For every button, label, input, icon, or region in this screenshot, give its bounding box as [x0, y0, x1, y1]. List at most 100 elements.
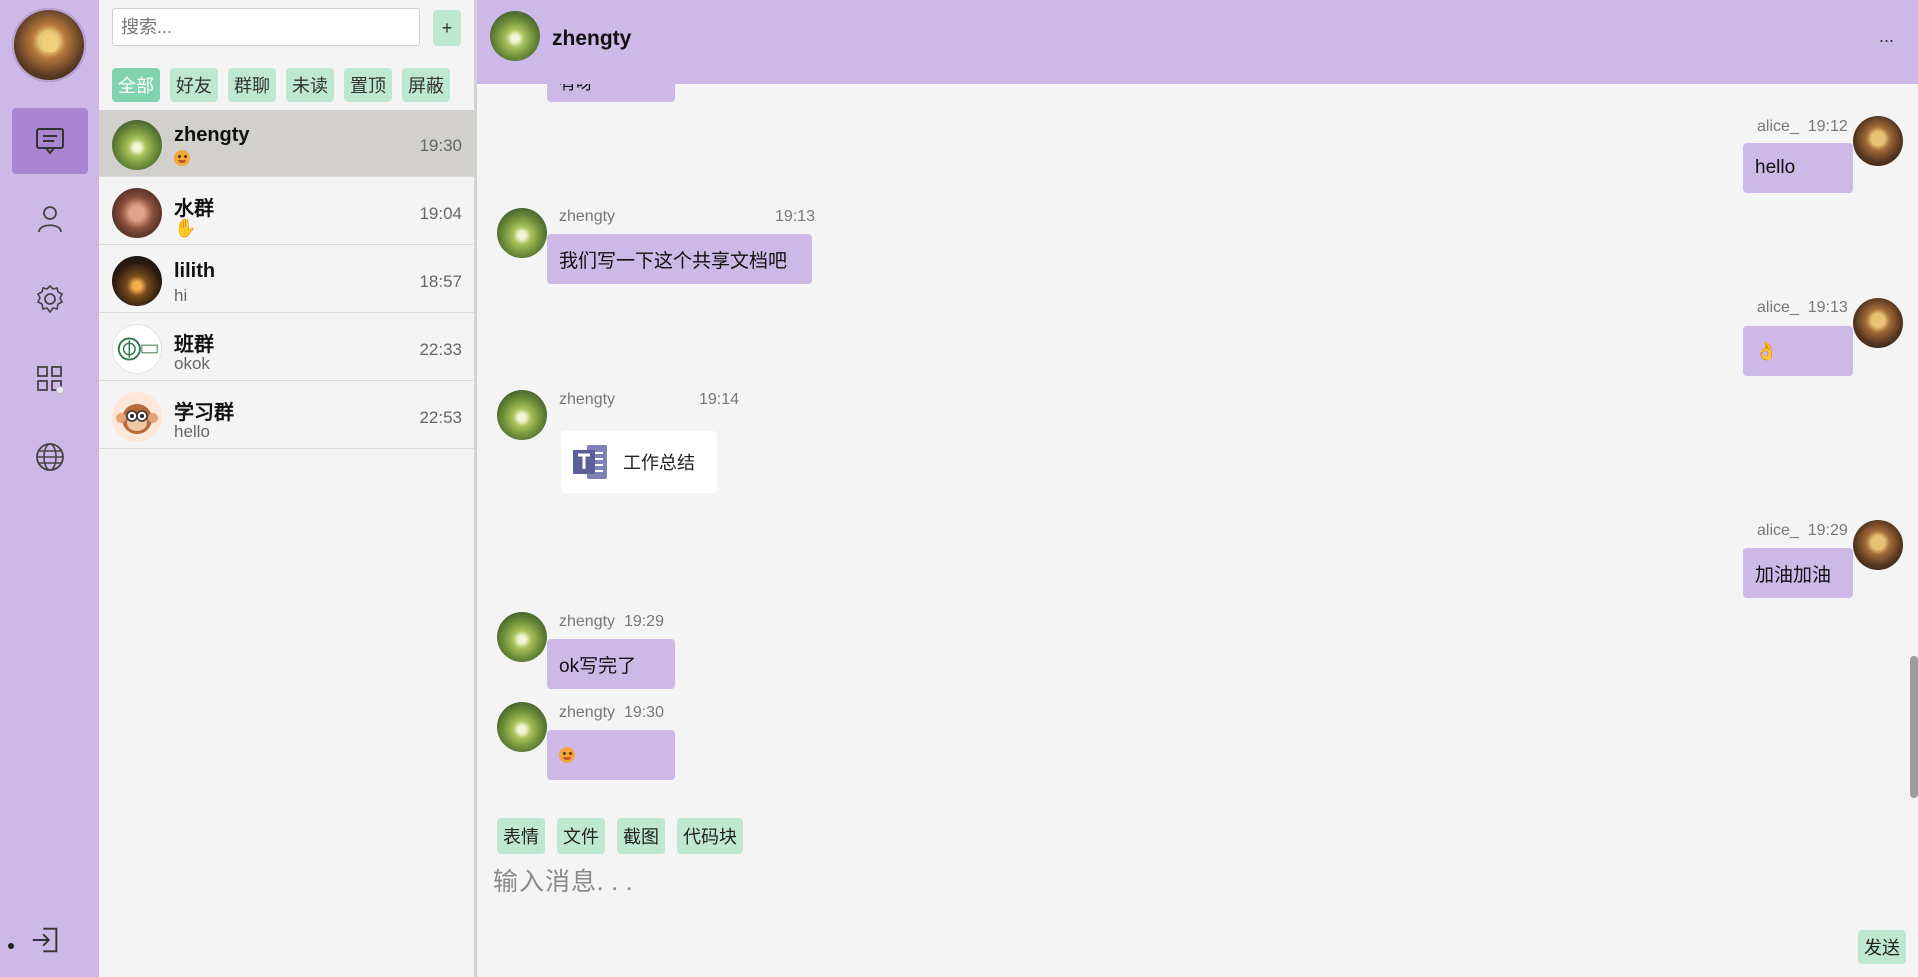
conversation-item[interactable]: 学习群 hello 22:53: [99, 382, 474, 449]
conversation-name: 学习群: [174, 402, 234, 424]
wave-emoji-icon: ✋: [174, 218, 197, 238]
conversation-time: 19:30: [419, 136, 462, 155]
message-meta: zhengty 19:14: [559, 391, 739, 409]
left-nav: [0, 0, 99, 977]
message-icon: [36, 128, 64, 155]
avatar: [112, 120, 162, 170]
message-meta: alice_ 19:12: [1757, 118, 1848, 136]
avatar: [497, 390, 547, 440]
status-dot: [8, 943, 14, 949]
my-avatar[interactable]: [12, 8, 86, 82]
scrollbar-thumb[interactable]: [1910, 656, 1918, 798]
nav-settings-button[interactable]: [12, 266, 88, 332]
message-time: 19:29: [1807, 522, 1848, 539]
filter-blocked[interactable]: 屏蔽: [402, 68, 450, 102]
emoji-face-icon: [559, 747, 575, 763]
file-name: 工作总结: [623, 453, 695, 473]
message-time: 19:14: [698, 391, 739, 408]
sender-name: alice_: [1757, 118, 1799, 135]
conversation-preview: hi: [174, 286, 188, 305]
emoji-face-icon: [174, 150, 190, 166]
more-options-button[interactable]: ...: [1879, 26, 1894, 47]
message-meta: zhengty 19:30: [559, 704, 664, 722]
ok-hand-emoji-icon: 👌: [1755, 340, 1778, 361]
message-meta: alice_ 19:29: [1757, 522, 1848, 540]
nav-browser-button[interactable]: [12, 424, 88, 490]
chat-header: zhengty ...: [477, 0, 1918, 84]
sender-name: zhengty: [559, 704, 616, 721]
sender-name: zhengty: [559, 613, 616, 630]
conversation-item[interactable]: lilith hi 18:57: [99, 246, 474, 313]
message-time: 19:13: [774, 208, 815, 225]
file-attachment[interactable]: 工作总结: [561, 431, 717, 493]
conversation-name: lilith: [174, 260, 216, 282]
user-icon: [38, 206, 62, 233]
message-time: 19:29: [623, 613, 664, 630]
sender-name: zhengty: [559, 208, 616, 225]
chat-avatar[interactable]: [490, 11, 540, 61]
message-time: 19:12: [1807, 118, 1848, 135]
message-time: 19:30: [623, 704, 664, 721]
filter-groups[interactable]: 群聊: [228, 68, 276, 102]
add-button[interactable]: +: [433, 10, 461, 46]
nav-apps-button[interactable]: [12, 346, 88, 412]
conversation-time: 19:04: [419, 204, 462, 223]
conversation-preview: [174, 150, 190, 171]
gear-icon: [36, 284, 64, 314]
conversation-preview: okok: [174, 354, 210, 373]
sender-name: alice_: [1757, 522, 1799, 539]
conversation-name: 水群: [174, 198, 214, 220]
nav-contacts-button[interactable]: [12, 186, 88, 252]
conversation-time: 22:33: [419, 340, 462, 359]
message-bubble: 加油加油: [1743, 548, 1853, 598]
emoji-button[interactable]: 表情: [497, 818, 545, 854]
conversation-item[interactable]: 水群 ✋ 19:04: [99, 178, 474, 245]
message-bubble: ok写完了: [547, 639, 675, 689]
filter-chips: 全部 好友 群聊 未读 置顶 屏蔽: [112, 68, 450, 102]
conversation-time: 22:53: [419, 408, 462, 427]
grid-icon: [37, 366, 64, 394]
message-bubble: 👌: [1743, 326, 1853, 376]
conversation-item[interactable]: 班群 okok 22:33: [99, 314, 474, 381]
filter-unread[interactable]: 未读: [286, 68, 334, 102]
logout-button[interactable]: [28, 922, 64, 958]
document-icon: [573, 445, 607, 479]
file-button[interactable]: 文件: [557, 818, 605, 854]
avatar: [112, 324, 162, 374]
avatar: [1853, 298, 1903, 348]
conversation-time: 18:57: [419, 272, 462, 291]
conversation-item[interactable]: zhengty 19:30: [99, 110, 474, 177]
message-meta: zhengty 19:13: [559, 208, 815, 226]
avatar: [112, 392, 162, 442]
search-input[interactable]: [112, 8, 420, 46]
chat-panel: 有呀 alice_ 19:12 hello zhengty19:13 我们写一下…: [477, 0, 1918, 977]
filter-all[interactable]: 全部: [112, 68, 160, 102]
globe-icon: [36, 443, 64, 471]
message-bubble: [547, 730, 675, 780]
nav-messages-button[interactable]: [12, 108, 88, 174]
message-time: 19:13: [1807, 299, 1848, 316]
sender-name: zhengty: [559, 391, 616, 408]
conversation-preview: ✋: [174, 218, 196, 239]
message-bubble: hello: [1743, 143, 1853, 193]
monkey-icon: [116, 404, 158, 434]
send-button[interactable]: 发送: [1858, 930, 1906, 964]
message-input[interactable]: [491, 860, 1875, 964]
conversation-preview: hello: [174, 422, 210, 441]
conversation-name: zhengty: [174, 124, 250, 146]
avatar: [112, 256, 162, 306]
school-logo-icon: [117, 337, 158, 361]
screenshot-button[interactable]: 截图: [617, 818, 665, 854]
message-meta: zhengty 19:29: [559, 613, 664, 631]
logout-icon: [32, 927, 58, 953]
filter-friends[interactable]: 好友: [170, 68, 218, 102]
conversation-list-panel: + 全部 好友 群聊 未读 置顶 屏蔽 zhengty 19:30 水群 ✋ 1…: [99, 0, 477, 977]
conversation-name: 班群: [174, 334, 214, 356]
avatar: [112, 188, 162, 238]
avatar: [497, 612, 547, 662]
chat-title: zhengty: [552, 27, 632, 50]
filter-pinned[interactable]: 置顶: [344, 68, 392, 102]
code-block-button[interactable]: 代码块: [677, 818, 743, 854]
message-area[interactable]: 有呀 alice_ 19:12 hello zhengty19:13 我们写一下…: [477, 0, 1918, 800]
message-meta: alice_ 19:13: [1757, 299, 1848, 317]
